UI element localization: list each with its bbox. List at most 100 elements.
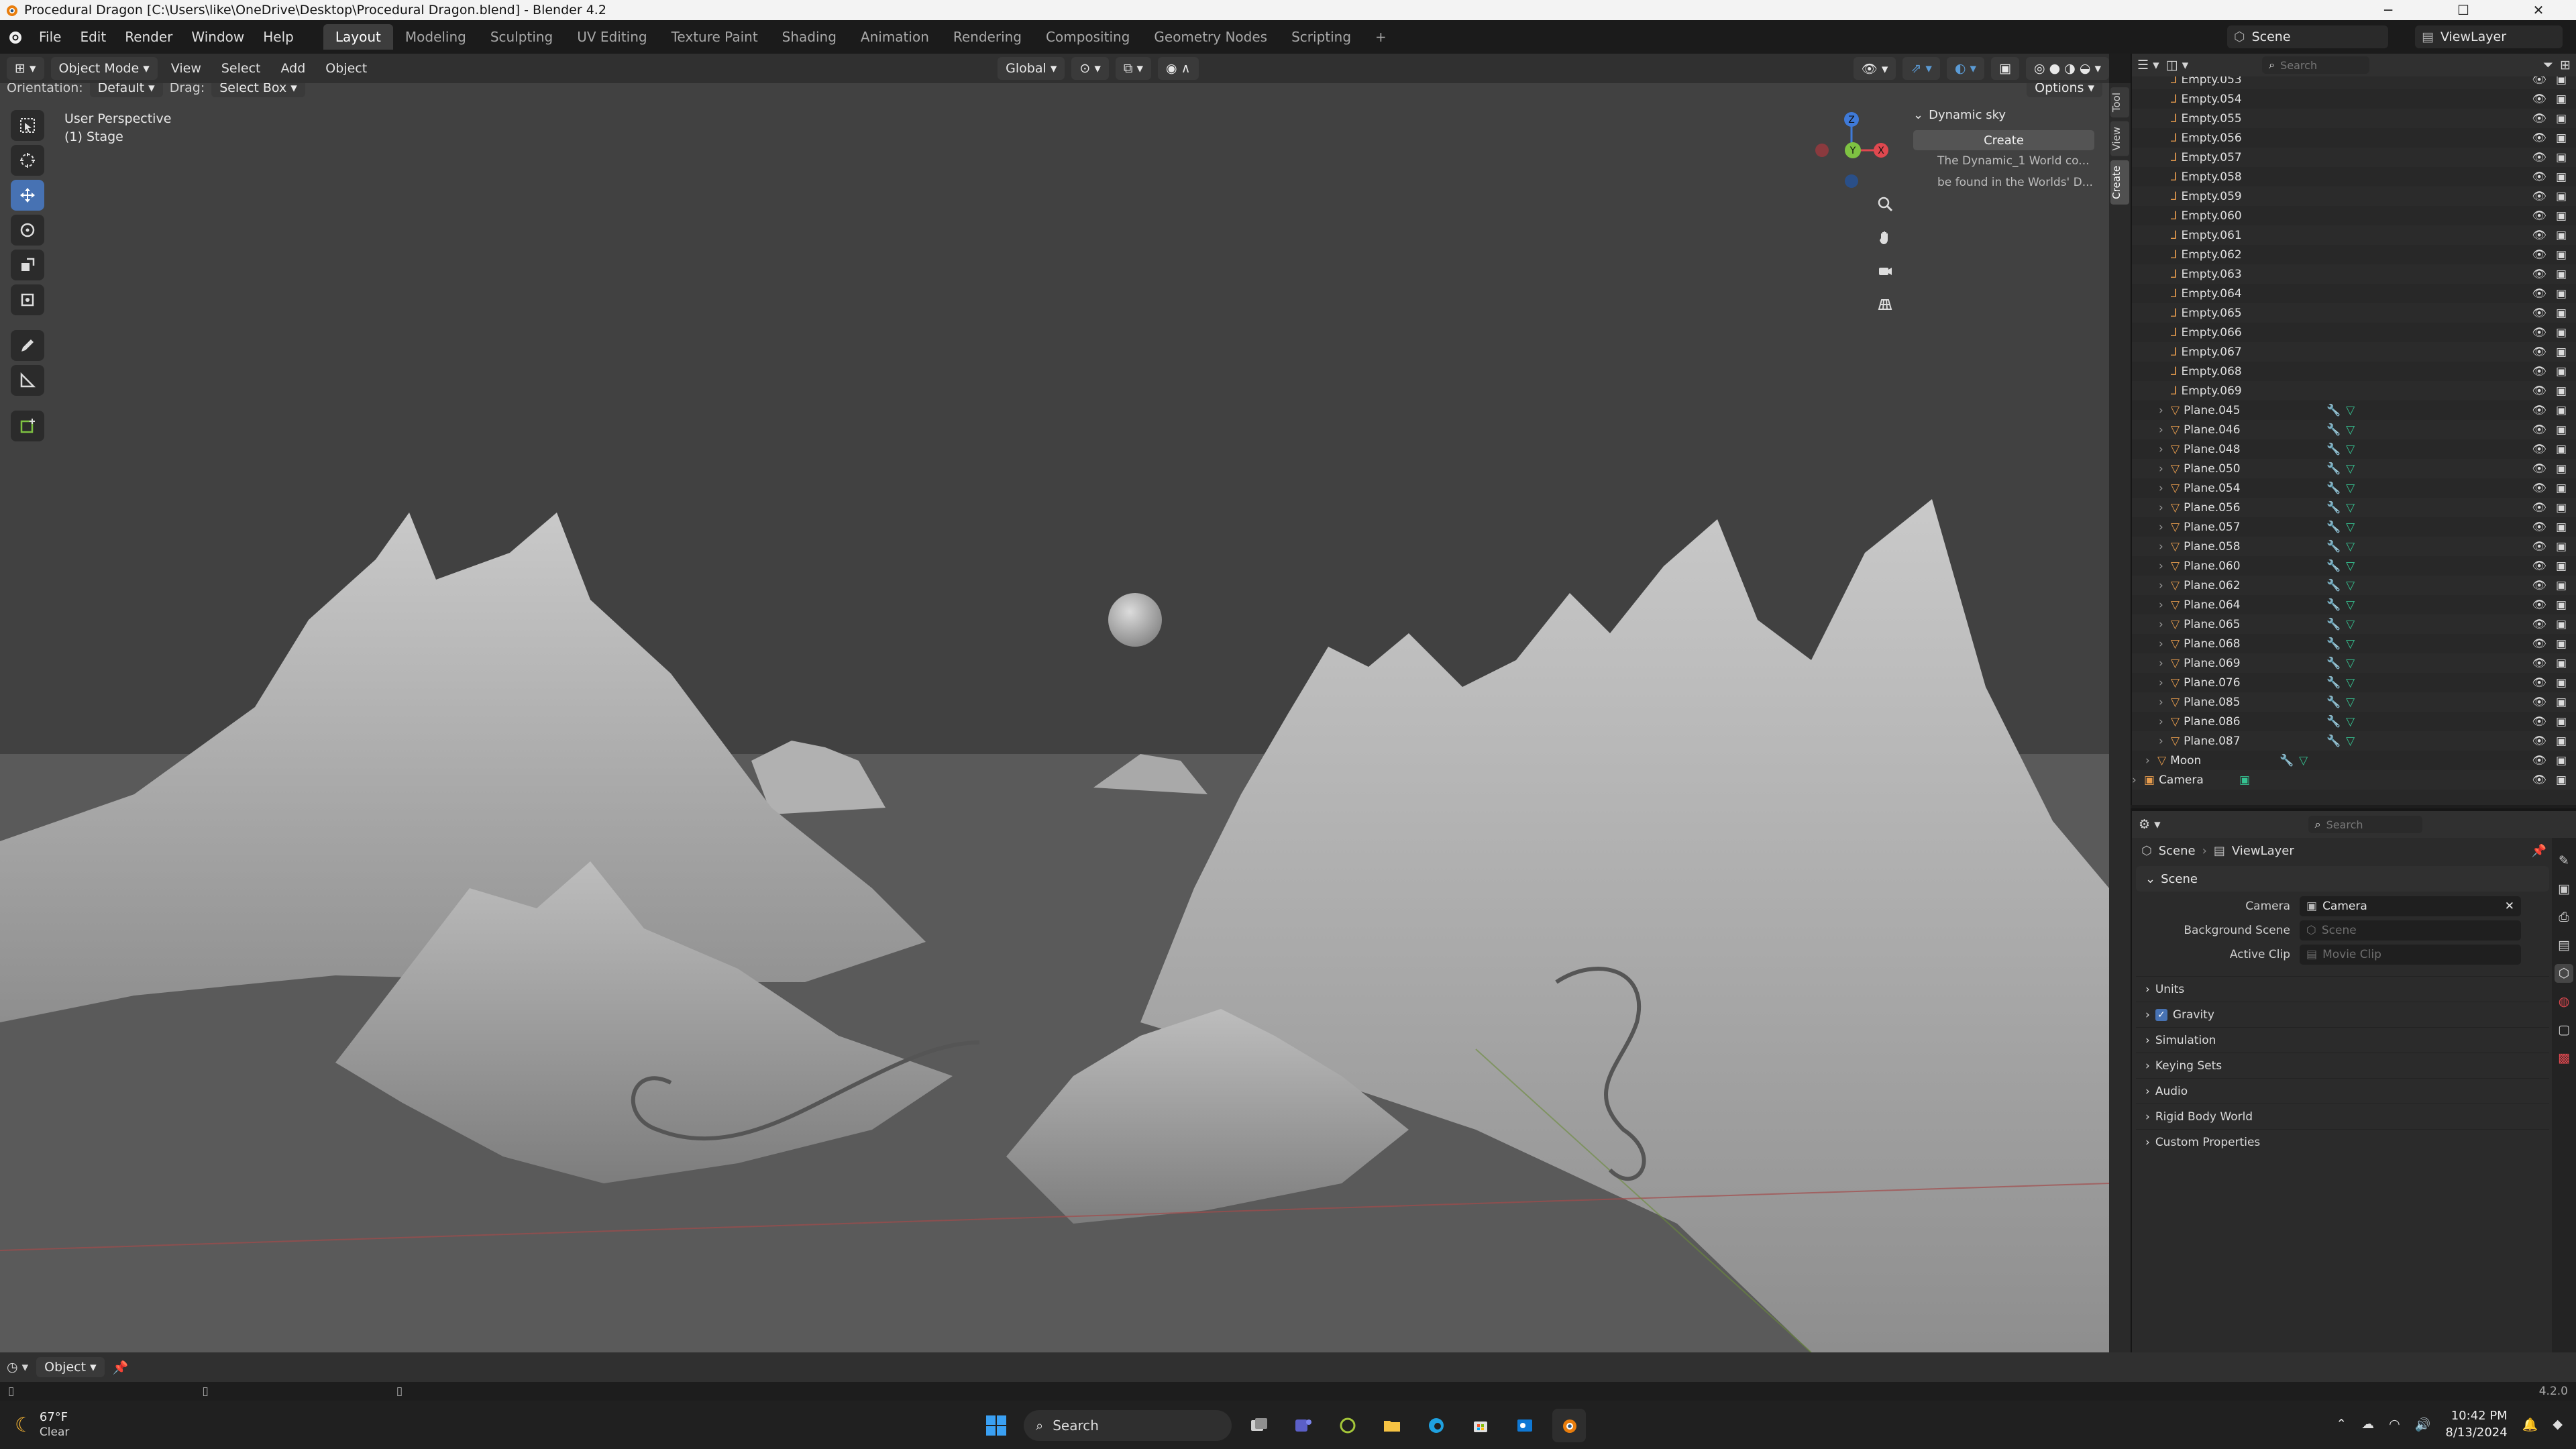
- eye-icon[interactable]: 👁: [2532, 521, 2546, 534]
- modifier-wrench-icon[interactable]: 🔧: [2326, 676, 2341, 690]
- eye-icon[interactable]: 👁: [2532, 287, 2546, 301]
- modifier-wrench-icon[interactable]: 🔧: [2279, 754, 2294, 767]
- properties-editor-icon[interactable]: ⚙ ▾: [2139, 817, 2161, 832]
- outliner-row[interactable]: ⅃ Empty.054 👁 ▣: [2132, 89, 2576, 109]
- windows-start-icon[interactable]: [979, 1409, 1013, 1442]
- pan-hand-icon[interactable]: [1870, 224, 1900, 251]
- outliner-row[interactable]: › ▽ Plane.054 🔧 ▽ 👁 ▣: [2132, 478, 2576, 498]
- eye-icon[interactable]: 👁: [2532, 618, 2546, 631]
- cursor-tool[interactable]: [11, 145, 44, 176]
- expand-chevron-icon[interactable]: ›: [2159, 657, 2171, 670]
- outliner-row[interactable]: ⅃ Empty.066 👁 ▣: [2132, 323, 2576, 342]
- modifier-wrench-icon[interactable]: 🔧: [2326, 443, 2341, 456]
- camera-field[interactable]: ▣ Camera ✕: [2300, 896, 2521, 916]
- close-button[interactable]: ✕: [2501, 0, 2576, 20]
- outliner-row[interactable]: › ▽ Plane.046 🔧 ▽ 👁 ▣: [2132, 420, 2576, 439]
- outliner-row[interactable]: › ▽ Plane.085 🔧 ▽ 👁 ▣: [2132, 692, 2576, 712]
- tab-texture-paint[interactable]: Texture Paint: [659, 24, 770, 50]
- render-camera-icon[interactable]: ▣: [2556, 637, 2567, 651]
- render-camera-icon[interactable]: ▣: [2556, 754, 2567, 767]
- expand-chevron-icon[interactable]: ›: [2159, 735, 2171, 748]
- render-camera-icon[interactable]: ▣: [2556, 618, 2567, 631]
- outliner-row[interactable]: ⅃ Empty.061 👁 ▣: [2132, 225, 2576, 245]
- tool-tab-icon[interactable]: ✎: [2555, 851, 2573, 870]
- eye-icon[interactable]: 👁: [2532, 345, 2546, 359]
- mesh-data-icon[interactable]: ▽: [2346, 462, 2355, 476]
- outliner-editor-icon[interactable]: ☰ ▾: [2137, 58, 2159, 72]
- menu-edit[interactable]: Edit: [70, 20, 115, 54]
- modifier-wrench-icon[interactable]: 🔧: [2326, 482, 2341, 495]
- expand-chevron-icon[interactable]: ›: [2159, 501, 2171, 515]
- tab-shading[interactable]: Shading: [770, 24, 849, 50]
- mesh-data-icon[interactable]: ▽: [2346, 404, 2355, 417]
- eye-icon[interactable]: 👁: [2532, 715, 2546, 729]
- panel-custom-properties[interactable]: › Custom Properties: [2136, 1129, 2549, 1155]
- outliner-row[interactable]: ⅃ Empty.062 👁 ▣: [2132, 245, 2576, 264]
- panel-gravity[interactable]: › ✓ Gravity: [2136, 1002, 2549, 1027]
- volume-icon[interactable]: 🔊: [2415, 1417, 2431, 1432]
- render-camera-icon[interactable]: ▣: [2556, 170, 2567, 184]
- transform-tool[interactable]: [11, 284, 44, 315]
- expand-chevron-icon[interactable]: ›: [2159, 482, 2171, 495]
- outliner-row[interactable]: ⅃ Empty.064 👁 ▣: [2132, 284, 2576, 303]
- teams-icon[interactable]: [1287, 1409, 1320, 1442]
- camera-view-icon[interactable]: [1870, 258, 1900, 284]
- mesh-data-icon[interactable]: ▽: [2299, 754, 2308, 767]
- eye-icon[interactable]: 👁: [2532, 112, 2546, 125]
- render-camera-icon[interactable]: ▣: [2556, 345, 2567, 359]
- expand-chevron-icon[interactable]: ›: [2159, 618, 2171, 631]
- collection-tab-icon[interactable]: ▢: [2555, 1020, 2573, 1039]
- eye-icon[interactable]: 👁: [2532, 170, 2546, 184]
- panel-simulation[interactable]: › Simulation: [2136, 1027, 2549, 1053]
- camera-data-icon[interactable]: ▣: [2239, 773, 2250, 787]
- zoom-icon[interactable]: [1870, 191, 1900, 217]
- measure-tool[interactable]: [11, 365, 44, 396]
- render-camera-icon[interactable]: ▣: [2556, 229, 2567, 242]
- mesh-data-icon[interactable]: ▽: [2346, 735, 2355, 748]
- snap-toggle[interactable]: ⧉ ▾: [1115, 57, 1152, 80]
- tab-tool[interactable]: Tool: [2110, 87, 2129, 118]
- grid-view-icon[interactable]: [1870, 291, 1900, 318]
- eye-icon[interactable]: 👁: [2532, 190, 2546, 203]
- render-camera-icon[interactable]: ▣: [2556, 404, 2567, 417]
- mesh-data-icon[interactable]: ▽: [2346, 501, 2355, 515]
- mesh-data-icon[interactable]: ▽: [2346, 482, 2355, 495]
- render-camera-icon[interactable]: ▣: [2556, 443, 2567, 456]
- scale-tool[interactable]: [11, 250, 44, 280]
- outliner-row[interactable]: › ▽ Plane.050 🔧 ▽ 👁 ▣: [2132, 459, 2576, 478]
- add-cube-tool[interactable]: [11, 411, 44, 441]
- onedrive-icon[interactable]: ☁: [2361, 1417, 2374, 1432]
- eye-icon[interactable]: 👁: [2532, 384, 2546, 398]
- render-camera-icon[interactable]: ▣: [2556, 696, 2567, 709]
- eye-icon[interactable]: 👁: [2532, 482, 2546, 495]
- expand-chevron-icon[interactable]: ›: [2145, 754, 2157, 767]
- outliner-row[interactable]: › ▽ Plane.086 🔧 ▽ 👁 ▣: [2132, 712, 2576, 731]
- shading-modes[interactable]: ◎ ● ◑ ◒ ▾: [2025, 57, 2109, 80]
- render-camera-icon[interactable]: ▣: [2556, 112, 2567, 125]
- modifier-wrench-icon[interactable]: 🔧: [2326, 657, 2341, 670]
- tab-uv-editing[interactable]: UV Editing: [565, 24, 659, 50]
- mesh-data-icon[interactable]: ▽: [2346, 618, 2355, 631]
- expand-chevron-icon[interactable]: ›: [2159, 540, 2171, 553]
- outliner-row[interactable]: › ▽ Plane.045 🔧 ▽ 👁 ▣: [2132, 400, 2576, 420]
- outliner-row[interactable]: ⅃ Empty.065 👁 ▣: [2132, 303, 2576, 323]
- tab-create[interactable]: Create: [2110, 160, 2129, 205]
- render-camera-icon[interactable]: ▣: [2556, 268, 2567, 281]
- eye-icon[interactable]: 👁: [2532, 637, 2546, 651]
- expand-chevron-icon[interactable]: ›: [2159, 637, 2171, 651]
- file-explorer-icon[interactable]: [1375, 1409, 1409, 1442]
- select-box-tool[interactable]: [11, 110, 44, 141]
- tab-geometry-nodes[interactable]: Geometry Nodes: [1142, 24, 1279, 50]
- modifier-wrench-icon[interactable]: 🔧: [2326, 735, 2341, 748]
- expand-chevron-icon[interactable]: ›: [2132, 773, 2144, 787]
- gravity-checkbox[interactable]: ✓: [2155, 1008, 2167, 1021]
- eye-icon[interactable]: 👁: [2532, 579, 2546, 592]
- modifier-wrench-icon[interactable]: 🔧: [2326, 404, 2341, 417]
- tab-modeling[interactable]: Modeling: [393, 24, 478, 50]
- render-camera-icon[interactable]: ▣: [2556, 190, 2567, 203]
- mesh-data-icon[interactable]: ▽: [2346, 676, 2355, 690]
- mesh-data-icon[interactable]: ▽: [2346, 521, 2355, 534]
- render-camera-icon[interactable]: ▣: [2556, 93, 2567, 106]
- outliner-search[interactable]: ⌕ Search: [2262, 56, 2370, 74]
- edge-icon[interactable]: [1419, 1409, 1453, 1442]
